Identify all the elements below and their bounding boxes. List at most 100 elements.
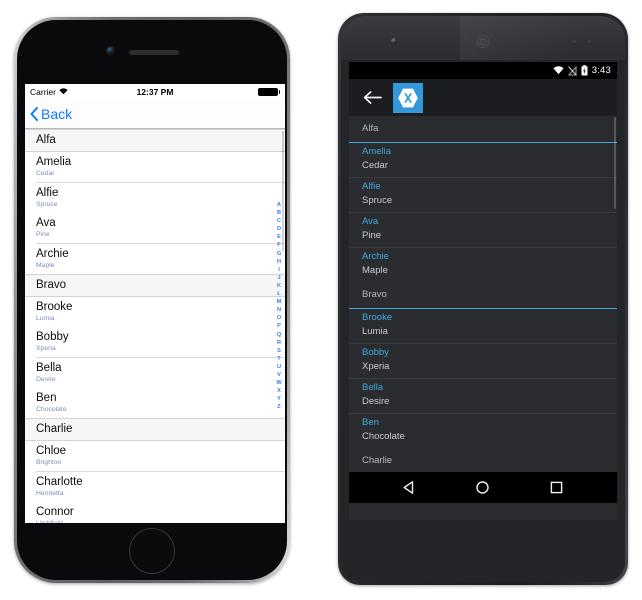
list-item[interactable]: ConnorLitchfield [25,502,285,523]
ios-navigation-bar: Back [25,99,285,129]
section-index-letter[interactable]: R [277,339,281,347]
xamarin-logo-icon[interactable] [393,82,423,113]
list-item[interactable]: Ben Chocolate [25,388,285,418]
list-item-subtitle: Brighton [36,459,62,466]
section-index-letter[interactable]: P [277,322,281,330]
list-item-name: Brooke [36,300,73,313]
home-button[interactable] [129,528,175,574]
list-item-name: Chloe [36,445,67,457]
section-index-letter[interactable]: S [277,347,281,355]
list-item-name: Charlotte [36,475,83,488]
android-scrollbar[interactable] [614,117,616,209]
list-item[interactable]: Ava Pine [25,213,285,243]
front-camera-icon [107,47,114,54]
list-item-subtitle: Maple [362,265,388,276]
nav-back-triangle-icon[interactable] [402,480,417,495]
section-index-letter[interactable]: Z [277,403,280,411]
iphone-screen: Carrier 12:37 PM Back Alfa Amelia Cedar … [25,84,285,523]
battery-charging-icon [581,65,588,76]
list-item[interactable]: Ben Chocolate [349,414,617,448]
front-camera-icon [391,38,397,44]
back-button-label: Back [41,105,73,122]
section-index-letter[interactable]: G [277,250,281,258]
chevron-left-icon [30,106,38,121]
section-index-letter[interactable]: N [277,306,281,314]
list-item[interactable]: Ava Pine [349,213,617,247]
section-index-letter[interactable]: H [277,258,281,266]
list-item[interactable]: Archie Maple [25,243,285,274]
section-index-letter[interactable]: U [277,363,281,371]
list-item-name: Connor [36,506,74,518]
list-item-subtitle: Lumia [36,314,55,322]
list-item[interactable]: Alfie Spruce [349,178,617,212]
section-index-letter[interactable]: B [277,209,281,217]
ios-contacts-list[interactable]: Alfa Amelia Cedar Alfie Spruce Ava Pine Archie M… [25,129,285,523]
section-index-letter[interactable]: O [277,314,281,322]
android-navigation-bar [349,472,617,503]
section-index-letter[interactable]: X [277,387,281,395]
list-item[interactable]: Chloe Brighton [25,441,285,471]
section-index-letter[interactable]: Q [277,331,281,339]
list-item-subtitle: Spruce [362,195,393,206]
list-item-name: Alfie [362,181,381,192]
android-clock: 3:43 [591,65,611,76]
list-item-name: Bella [362,382,384,393]
list-item-name: Ava [362,216,379,227]
section-index-letter[interactable]: I [278,266,280,274]
list-item-name: Ava [36,217,56,229]
ios-section-index[interactable]: ABCDEFGHIJKLMNOPQRSTUVWXYZ [274,201,284,411]
ios-status-bar: Carrier 12:37 PM [25,84,285,99]
list-item[interactable]: Amelia Cedar [349,143,617,177]
back-button[interactable]: Back [30,106,72,122]
list-item[interactable]: Alfie Spruce [25,182,285,213]
list-item-name: Ben [36,392,57,404]
ios-clock: 12:37 PM [136,86,174,97]
list-item-subtitle: Cedar [36,170,55,177]
list-item[interactable]: Brooke Lumia [25,296,285,327]
android-contacts-list[interactable]: Alfa Amelia Cedar Alfie Spruce Ava Pine Archie M… [349,116,617,472]
list-item[interactable]: Bella Desire [25,357,285,388]
list-item[interactable]: Bobby Xperia [25,327,285,357]
android-device-frame: 3:43 Alfa Amelia Cedar Alfie Spruce Ava … [338,13,628,585]
list-item-subtitle: Litchfield [36,519,274,523]
ios-section-header: Bravo [25,273,285,297]
wifi-icon [553,66,564,75]
section-index-letter[interactable]: A [277,201,281,209]
list-item[interactable]: Amelia Cedar [25,152,285,182]
section-index-letter[interactable]: W [276,379,281,387]
list-item[interactable]: Charlotte Henrietta [25,471,285,502]
list-item[interactable]: Brooke Lumia [349,309,617,343]
section-index-letter[interactable]: T [277,355,280,363]
section-index-letter[interactable]: J [277,274,280,282]
section-index-letter[interactable]: C [277,217,281,225]
list-item[interactable]: Bella Desire [349,379,617,413]
list-item[interactable]: Bobby Xperia [349,344,617,378]
section-index-letter[interactable]: Y [277,395,281,403]
ios-section-header: Alfa [25,129,285,152]
arrow-left-icon[interactable] [363,90,382,105]
android-body: 3:43 Alfa Amelia Cedar Alfie Spruce Ava … [341,16,625,582]
list-item-subtitle: Chocolate [36,406,67,413]
nav-recents-square-icon[interactable] [549,480,564,495]
section-index-letter[interactable]: V [277,371,281,379]
nav-home-circle-icon[interactable] [475,480,490,495]
section-index-letter[interactable]: E [277,233,281,241]
list-item-subtitle: Desire [362,396,390,407]
screenshot-stage: Carrier 12:37 PM Back Alfa Amelia Cedar … [0,0,642,600]
section-index-letter[interactable]: K [277,282,281,290]
section-index-letter[interactable]: L [277,290,280,298]
list-item-name: Archie [36,247,69,260]
list-item-subtitle: Maple [36,261,55,269]
list-item-subtitle: Pine [362,230,382,241]
section-index-letter[interactable]: F [277,241,280,249]
list-item-subtitle: Spruce [36,200,58,208]
section-index-letter[interactable]: D [277,225,281,233]
list-item[interactable]: Archie Maple [349,248,617,282]
android-status-bar: 3:43 [349,62,617,79]
android-section-header: Bravo [349,282,617,309]
list-item-subtitle: Lumia [362,326,388,337]
list-item-subtitle: Xperia [36,345,56,352]
signal-off-icon [567,65,577,76]
list-item-subtitle: Henrietta [36,489,64,497]
section-index-letter[interactable]: M [277,298,282,306]
